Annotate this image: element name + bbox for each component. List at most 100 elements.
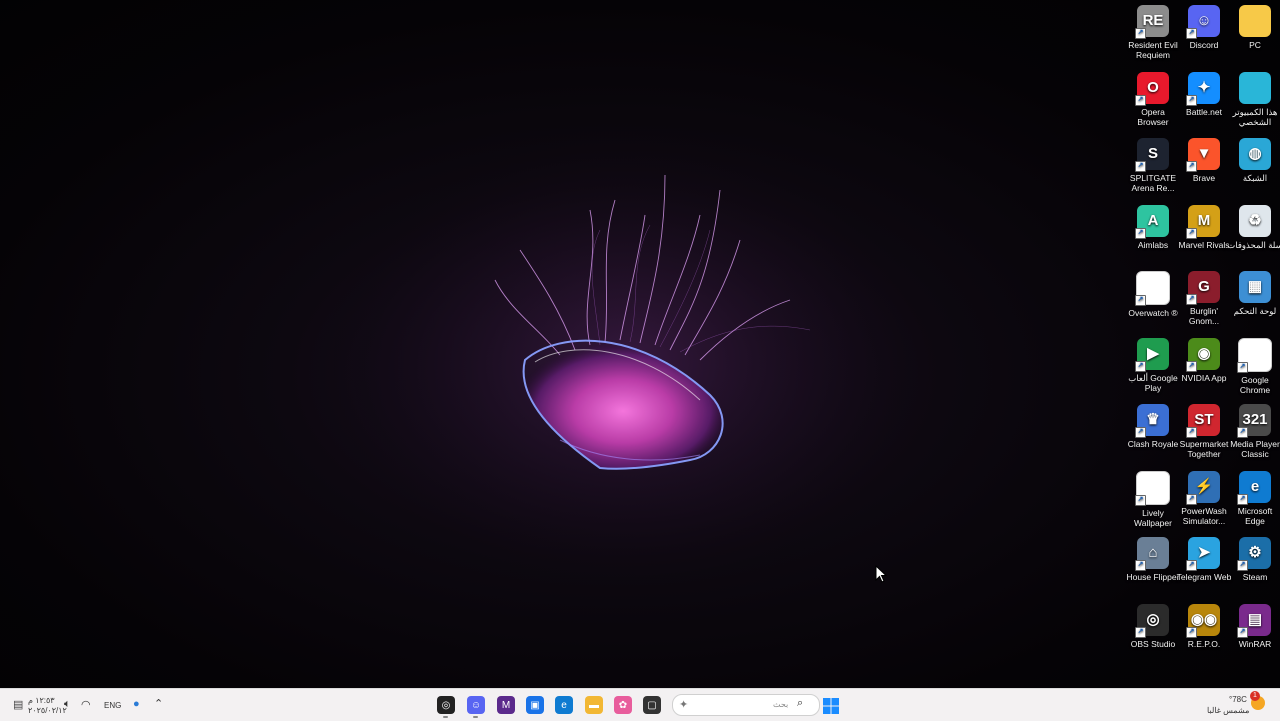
desktop-icon-label: الشبكة — [1242, 173, 1268, 183]
file-explorer-taskbar-icon[interactable]: ▬ — [585, 696, 603, 714]
desktop-icon-house-flipper[interactable]: ⌂ ↗ House Flipper — [1125, 537, 1181, 582]
microphone-icon[interactable]: ● — [133, 698, 140, 710]
desktop-icon-powerwash[interactable]: ⚡ ↗ PowerWash Simulator... — [1176, 470, 1232, 526]
desktop-icon-label: Brave — [1192, 173, 1216, 183]
resident-evil-icon: RE ↗ — [1135, 5, 1169, 39]
obs-taskbar-icon[interactable]: ◎ — [437, 696, 455, 714]
task-view-taskbar-icon[interactable]: ▢ — [643, 696, 661, 714]
desktop-icon-label: Aimlabs — [1137, 239, 1169, 250]
opera-icon: O ↗ — [1135, 71, 1169, 106]
clock-time[interactable]: ١٢:٥٣ م — [28, 696, 55, 705]
desktop-icon-monitor[interactable]: هذا الكمبيوتر الشخصي — [1227, 71, 1280, 127]
marvel-rivals-taskbar-icon[interactable]: M — [497, 696, 515, 714]
desktop-icon-media-player-classic[interactable]: 321 ↗ Media Player Classic — [1227, 404, 1280, 459]
shortcut-arrow-icon: ↗ — [1186, 94, 1197, 106]
desktop-icon-label: Supermarket Together — [1179, 439, 1229, 459]
desktop-icon-lively-wallpaper[interactable]: ↗ Lively Wallpaper — [1125, 470, 1181, 528]
notification-badge: 1 — [1250, 691, 1260, 701]
start-button[interactable] — [823, 698, 839, 714]
desktop-icon-steam[interactable]: ⚙ ↗ Steam — [1227, 537, 1280, 582]
running-indicator — [443, 716, 448, 718]
battlenet-icon: ✦ ↗ — [1186, 71, 1220, 106]
shortcut-arrow-icon: ↗ — [1237, 427, 1248, 438]
shortcut-arrow-icon: ↗ — [1186, 227, 1197, 239]
media-player-classic-icon: 321 ↗ — [1237, 404, 1271, 438]
desktop-icon-edge[interactable]: e ↗ Microsoft Edge — [1227, 470, 1280, 526]
google-play-games-icon: ▶ ↗ — [1135, 337, 1169, 372]
mouse-cursor-icon — [875, 565, 887, 583]
desktop-icon-label: ألعاب Google Play — [1128, 372, 1178, 393]
clock-date[interactable]: ٢٠٢٥/٠٢/١٢ — [28, 706, 67, 715]
desktop-icon-label: لوحة التحكم — [1233, 306, 1277, 316]
desktop-icon-label: Battle.net — [1186, 106, 1222, 117]
desktop-icon-recycle-bin[interactable]: ♻ سلة المحذوفات — [1227, 204, 1280, 250]
desktop-icon-label: SPLITGATE Arena Re... — [1129, 173, 1177, 193]
shortcut-arrow-icon: ↗ — [1186, 294, 1197, 305]
wifi-icon[interactable]: ◠ — [81, 698, 91, 711]
weather-temperature[interactable]: °78C — [1229, 695, 1247, 704]
edge-taskbar-icon[interactable]: e — [555, 696, 573, 714]
desktop-icon-supermarket-together[interactable]: ST ↗ Supermarket Together — [1176, 404, 1232, 459]
desktop-icon-repo[interactable]: ◉◉ ↗ R.E.P.O. — [1176, 603, 1232, 649]
weather-description[interactable]: مشمس غالبا — [1207, 706, 1249, 715]
desktop-icon-nvidia[interactable]: ◉ ↗ NVIDIA App — [1176, 337, 1232, 383]
taskbar-search-box[interactable]: ✦ بحث ⌕ — [672, 694, 820, 716]
store-taskbar-icon[interactable]: ▣ — [526, 696, 544, 714]
desktop-icon-clash-royale[interactable]: ♛ ↗ Clash Royale — [1125, 404, 1181, 449]
desktop-icon-google-play-games[interactable]: ▶ ↗ ألعاب Google Play — [1125, 337, 1181, 393]
desktop-icon-label: Lively Wallpaper — [1134, 507, 1172, 528]
marvel-rivals-icon: M ↗ — [1186, 204, 1220, 239]
desktop-icon-document[interactable]: ↗ Overwatch ® — [1125, 271, 1181, 318]
nvidia-icon: ◉ ↗ — [1186, 337, 1220, 372]
desktop-icon-label: R.E.P.O. — [1187, 638, 1221, 649]
desktop-icon-label: NVIDIA App — [1181, 372, 1227, 383]
volume-icon[interactable]: 🔈︎ — [64, 698, 71, 711]
shortcut-arrow-icon: ↗ — [1135, 94, 1146, 106]
desktop-icon-label: Telegram Web — [1176, 572, 1232, 582]
desktop-icon-splitgate[interactable]: S ↗ SPLITGATE Arena Re... — [1125, 138, 1181, 193]
desktop-icon-control-panel[interactable]: ▦ لوحة التحكم — [1227, 271, 1280, 316]
shortcut-arrow-icon: ↗ — [1135, 427, 1146, 438]
desktop-icon-label: Marvel Rivals — [1178, 239, 1230, 250]
chrome-icon: ↗ — [1237, 337, 1272, 373]
desktop-icon-battlenet[interactable]: ✦ ↗ Battle.net — [1176, 71, 1232, 117]
shortcut-arrow-icon: ↗ — [1186, 626, 1197, 638]
language-indicator[interactable]: ENG — [104, 701, 121, 710]
shortcut-arrow-icon: ↗ — [1186, 360, 1197, 372]
copilot-taskbar-icon[interactable]: ✿ — [614, 696, 632, 714]
shortcut-arrow-icon: ↗ — [1237, 626, 1248, 638]
desktop-icon-label: سلة المحذوفات — [1227, 239, 1280, 250]
desktop-icon-aimlabs[interactable]: A ↗ Aimlabs — [1125, 204, 1181, 250]
obs-icon: ◎ ↗ — [1135, 603, 1169, 638]
chevron-up-icon[interactable]: ⌃ — [154, 697, 163, 710]
desktop-icon-chrome[interactable]: ↗ Google Chrome — [1227, 337, 1280, 395]
control-panel-icon: ▦ — [1239, 271, 1271, 303]
desktop-icon-obs[interactable]: ◎ ↗ OBS Studio — [1125, 603, 1181, 649]
desktop-icon-network[interactable]: ◍ الشبكة — [1227, 138, 1280, 183]
discord-taskbar-icon[interactable]: ☺ — [467, 696, 485, 714]
desktop-icon-folder[interactable]: PC — [1227, 5, 1280, 50]
desktop-icon-burglin-gnomes[interactable]: G ↗ Burglin' Gnom... — [1176, 271, 1232, 326]
desktop-icon-marvel-rivals[interactable]: M ↗ Marvel Rivals — [1176, 204, 1232, 250]
desktop-icon-brave[interactable]: ▼ ↗ Brave — [1176, 138, 1232, 183]
shortcut-arrow-icon: ↗ — [1237, 560, 1248, 571]
desktop-icon-label: PowerWash Simulator... — [1181, 505, 1227, 526]
steam-icon: ⚙ ↗ — [1237, 537, 1271, 571]
desktop-icon-discord[interactable]: ☺ ↗ Discord — [1176, 5, 1232, 50]
search-placeholder: بحث — [773, 700, 789, 709]
powerwash-icon: ⚡ ↗ — [1186, 470, 1220, 505]
shortcut-arrow-icon: ↗ — [1135, 161, 1146, 172]
desktop-icon-label: Burglin' Gnom... — [1188, 306, 1220, 326]
shortcut-arrow-icon: ↗ — [1135, 626, 1146, 638]
notification-center-icon[interactable]: ▤ — [13, 698, 23, 711]
desktop-icon-opera[interactable]: O ↗ Opera Browser — [1125, 71, 1181, 127]
lively-wallpaper-icon: ↗ — [1135, 470, 1170, 506]
aimlabs-icon: A ↗ — [1135, 204, 1169, 239]
desktop-icon-winrar[interactable]: ▤ ↗ WinRAR — [1227, 603, 1280, 649]
shortcut-arrow-icon: ↗ — [1135, 560, 1146, 571]
desktop-icon-label: WinRAR — [1238, 638, 1272, 649]
desktop-icon-label: Clash Royale — [1127, 439, 1179, 449]
desktop-icon-telegram[interactable]: ➤ ↗ Telegram Web — [1176, 537, 1232, 582]
desktop-icon-resident-evil[interactable]: RE ↗ Resident Evil Requiem — [1125, 5, 1181, 60]
desktop-icon-label: PC — [1249, 40, 1261, 50]
